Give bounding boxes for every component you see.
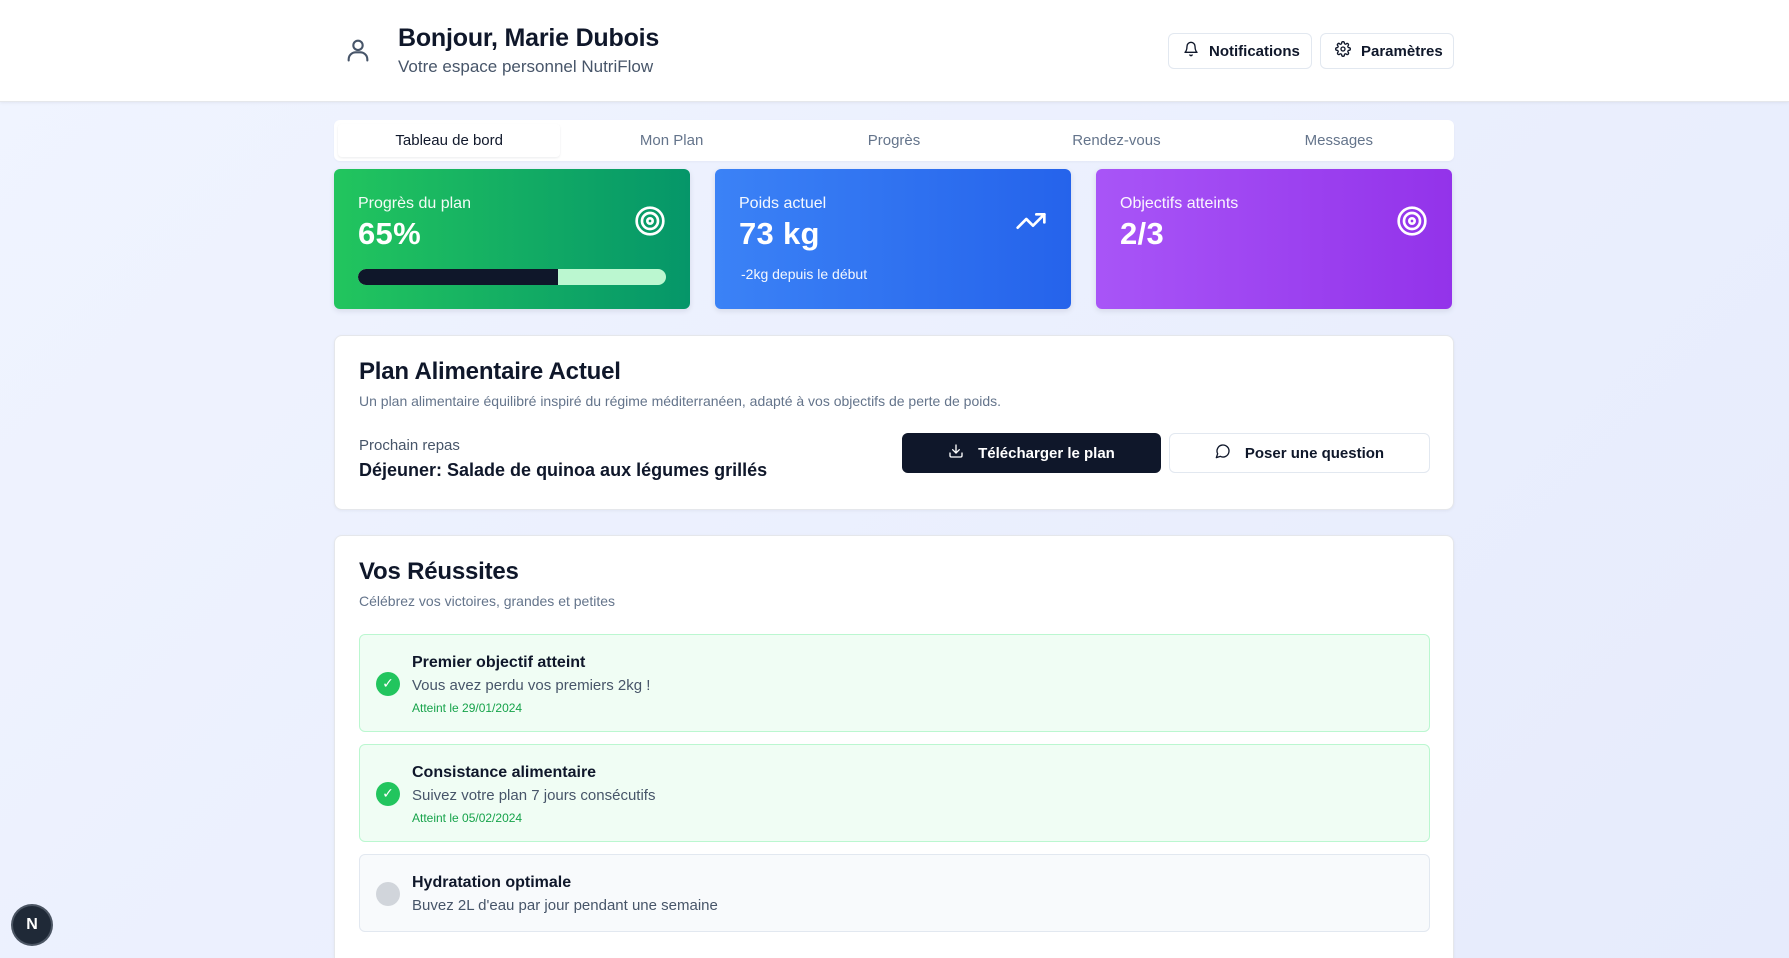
dev-tools-badge[interactable]: N: [13, 906, 51, 944]
achievement-text: Suivez votre plan 7 jours consécutifs: [412, 787, 656, 804]
achievement-item: Hydratation optimale Buvez 2L d'eau par …: [359, 854, 1430, 932]
current-weight-card: Poids actuel 73 kg -2kg depuis le début: [715, 169, 1071, 309]
current-weight-value: 73 kg: [739, 216, 820, 251]
next-meal: Déjeuner: Salade de quinoa aux légumes g…: [359, 460, 768, 480]
check-circle-icon: ✓: [376, 782, 400, 806]
achievement-title: Hydratation optimale: [412, 874, 572, 891]
target-icon: [634, 205, 666, 237]
user-icon[interactable]: [344, 36, 372, 64]
tab-messages[interactable]: Messages: [1228, 124, 1450, 157]
achievement-text: Vous avez perdu vos premiers 2kg !: [412, 677, 651, 694]
current-plan-card: Plan Alimentaire Actuel Un plan alimenta…: [334, 335, 1454, 510]
plan-progress-fill: [358, 269, 559, 285]
notifications-label: Notifications: [1209, 42, 1300, 60]
gear-icon: [1335, 41, 1351, 61]
greeting-title: Bonjour, Marie Dubois: [398, 24, 660, 52]
tab-my-plan[interactable]: Mon Plan: [560, 124, 782, 157]
trending-up-icon: [1015, 205, 1047, 237]
weight-change-note: -2kg depuis le début: [741, 266, 868, 282]
pending-circle-icon: [376, 882, 400, 906]
notifications-button[interactable]: Notifications: [1168, 33, 1312, 69]
plan-progress-label: Progrès du plan: [358, 195, 471, 212]
achievement-title: Premier objectif atteint: [412, 654, 586, 671]
check-circle-icon: ✓: [376, 672, 400, 696]
top-header: Bonjour, Marie Dubois Votre espace perso…: [0, 0, 1789, 102]
current-weight-label: Poids actuel: [739, 195, 827, 212]
message-circle-icon: [1215, 443, 1231, 463]
plan-progress-bar: [358, 269, 666, 285]
settings-button[interactable]: Paramètres: [1320, 33, 1454, 69]
plan-progress-value: 65%: [358, 216, 421, 251]
plan-description: Un plan alimentaire équilibré inspiré du…: [359, 393, 1002, 409]
download-plan-button[interactable]: Télécharger le plan: [902, 433, 1161, 473]
achievement-title: Consistance alimentaire: [412, 764, 597, 781]
download-plan-label: Télécharger le plan: [978, 444, 1115, 462]
next-meal-label: Prochain repas: [359, 437, 460, 454]
achievements-description: Célébrez vos victoires, grandes et petit…: [359, 593, 616, 609]
tab-bar: Tableau de bord Mon Plan Progrès Rendez-…: [334, 120, 1454, 161]
tab-appointments[interactable]: Rendez-vous: [1005, 124, 1227, 157]
goals-reached-value: 2/3: [1120, 216, 1164, 251]
plan-progress-card: Progrès du plan 65%: [334, 169, 690, 309]
goals-reached-card: Objectifs atteints 2/3: [1096, 169, 1452, 309]
download-icon: [948, 443, 964, 463]
ask-question-button[interactable]: Poser une question: [1169, 433, 1430, 473]
tab-dashboard[interactable]: Tableau de bord: [338, 124, 561, 157]
achievements-card: Vos Réussites Célébrez vos victoires, gr…: [334, 535, 1454, 958]
greeting-subtitle: Votre espace personnel NutriFlow: [398, 57, 654, 76]
achievement-text: Buvez 2L d'eau par jour pendant une sema…: [412, 897, 718, 914]
tab-progress[interactable]: Progrès: [783, 124, 1005, 157]
settings-label: Paramètres: [1361, 42, 1443, 60]
header-inner: Bonjour, Marie Dubois Votre espace perso…: [334, 0, 1454, 102]
bell-icon: [1183, 41, 1199, 61]
achievement-item: ✓ Premier objectif atteint Vous avez per…: [359, 634, 1430, 732]
achievements-title: Vos Réussites: [359, 558, 519, 585]
goals-reached-label: Objectifs atteints: [1120, 195, 1239, 212]
ask-question-label: Poser une question: [1244, 444, 1385, 462]
plan-title: Plan Alimentaire Actuel: [359, 358, 621, 385]
achievement-item: ✓ Consistance alimentaire Suivez votre p…: [359, 744, 1430, 842]
achievement-date: Atteint le 05/02/2024: [412, 811, 523, 825]
target-icon: [1396, 205, 1428, 237]
achievement-date: Atteint le 29/01/2024: [412, 701, 523, 715]
